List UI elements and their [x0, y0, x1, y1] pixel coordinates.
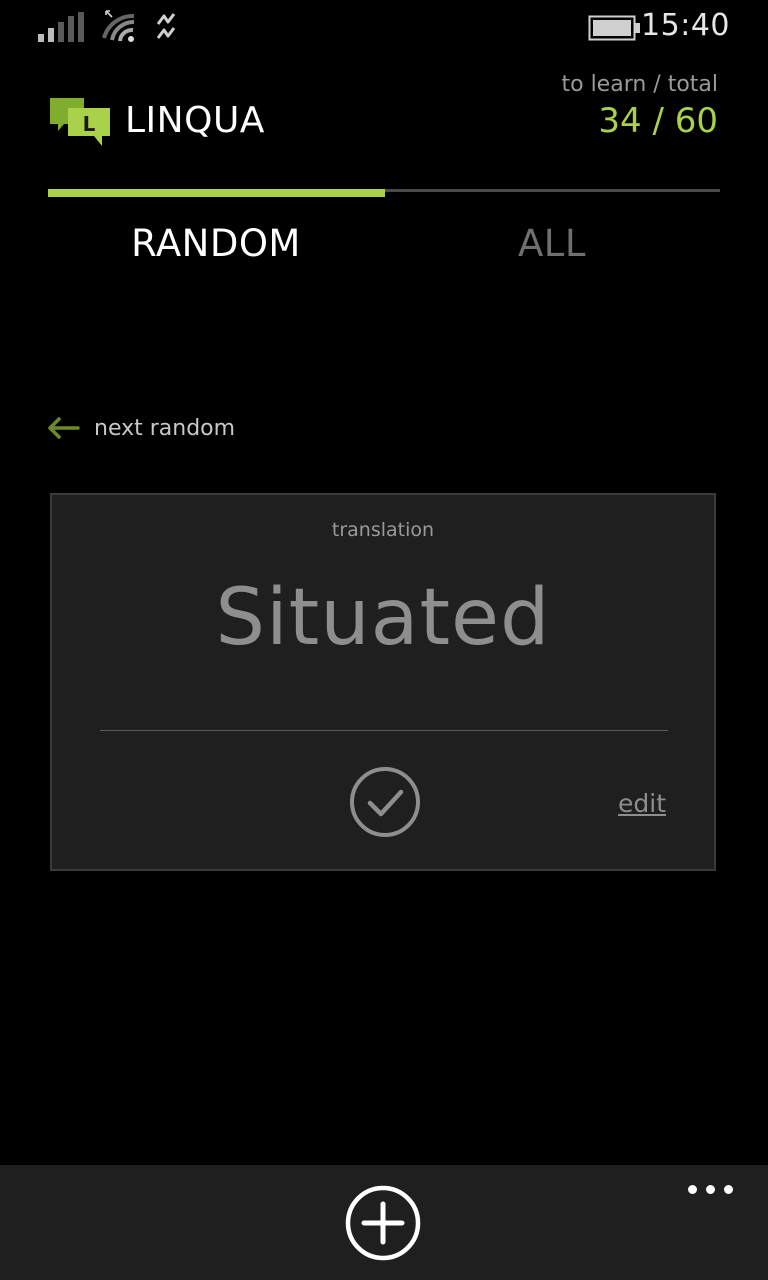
battery-icon	[588, 15, 640, 41]
edit-link[interactable]: edit	[618, 789, 666, 818]
word-card: translation Situated edit	[50, 493, 716, 871]
signal-strength-icon	[38, 12, 86, 42]
plus-circle-icon[interactable]	[344, 1184, 422, 1262]
app-title: LINQUA	[125, 100, 265, 141]
card-caption: translation	[331, 519, 435, 541]
card-word: Situated	[215, 573, 551, 663]
tab-random[interactable]: RANDOM	[48, 222, 384, 265]
wifi-icon	[102, 10, 135, 42]
next-random-link[interactable]: next random	[46, 408, 235, 448]
status-bar: 15:40	[0, 0, 768, 56]
svg-text:L: L	[83, 112, 96, 136]
next-random-label: next random	[94, 415, 236, 441]
counter-label: to learn / total	[561, 72, 718, 97]
card-divider	[100, 730, 668, 731]
arrow-left-icon	[48, 417, 80, 439]
linqua-logo-icon: L	[50, 98, 110, 146]
tab-all[interactable]: ALL	[384, 222, 720, 265]
clock: 15:40	[641, 8, 730, 43]
app-bar	[0, 1165, 768, 1280]
tab-indicator	[48, 189, 385, 197]
check-circle-icon[interactable]	[348, 765, 422, 839]
data-sync-icon	[156, 13, 176, 39]
counter-value: 34 / 60	[598, 101, 718, 141]
ellipsis-icon[interactable]	[680, 1177, 740, 1207]
